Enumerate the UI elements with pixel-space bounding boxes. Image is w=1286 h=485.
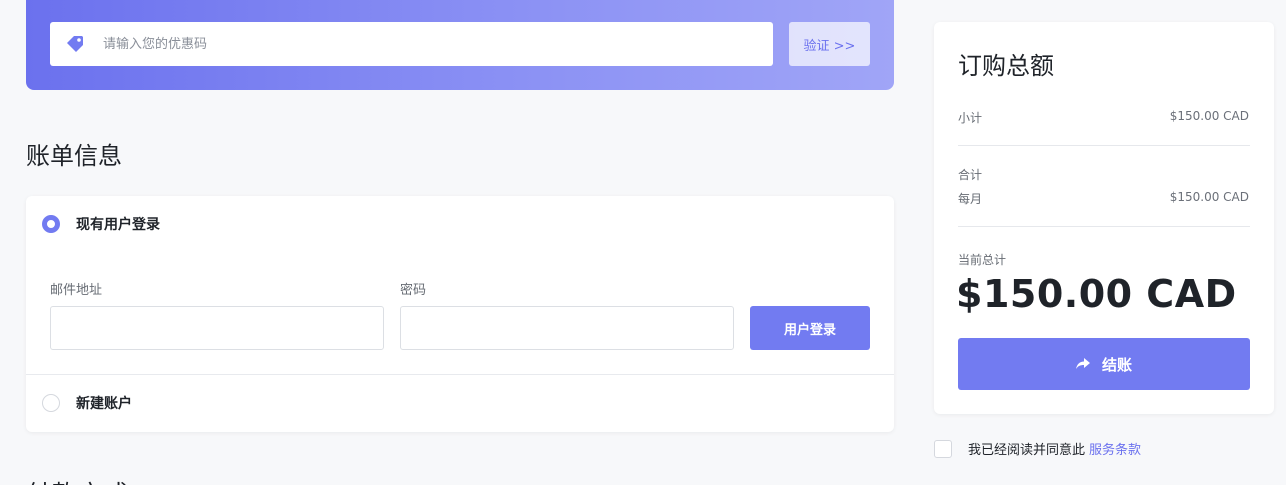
monthly-value: $150.00 CAD [1169,190,1249,204]
verify-button[interactable]: 验证 >> [789,22,870,66]
new-account-radio[interactable] [42,394,60,412]
checkout-label: 结账 [1101,355,1132,374]
summary-title: 订购总额 [958,52,1054,80]
share-arrow-icon [1075,358,1090,370]
promo-code-input[interactable] [101,35,705,53]
checkout-button[interactable]: 结账 [958,338,1250,390]
existing-user-label: 现有用户登录 [76,217,160,233]
summary-divider [958,226,1250,227]
promo-input-wrapper[interactable] [50,22,773,66]
next-section-title: 付款方式 [26,474,130,485]
password-field[interactable] [400,306,734,350]
current-total-amount: $150.00 CAD [956,272,1237,316]
account-card: 现有用户登录 邮件地址 密码 用户登录 新建账户 [26,196,894,432]
login-button[interactable]: 用户登录 [750,306,870,350]
email-label: 邮件地址 [50,283,103,298]
tag-icon [65,34,85,54]
monthly-row: 每月 $150.00 CAD [958,190,1249,207]
new-account-option[interactable]: 新建账户 [42,393,132,413]
terms-link[interactable]: 服务条款 [1089,439,1141,458]
email-field[interactable] [50,306,384,350]
summary-divider [958,145,1250,146]
existing-user-radio[interactable] [42,215,60,233]
existing-user-option[interactable]: 现有用户登录 [42,214,160,234]
new-account-label: 新建账户 [76,396,132,412]
current-total-label: 当前总计 [958,253,1007,267]
terms-agreement: 我已经阅读并同意此 服务条款 [934,439,1141,458]
monthly-label: 每月 [958,192,983,206]
subtotal-value: $150.00 CAD [1169,109,1249,123]
order-summary: 订购总额 小计 $150.00 CAD 合计 每月 $150.00 CAD 当前… [934,22,1274,414]
total-label: 合计 [958,168,983,182]
checkout-page: 验证 >> 账单信息 现有用户登录 邮件地址 密码 用户登录 新建账户 付款方式… [0,0,1286,485]
subtotal-row: 小计 $150.00 CAD [958,109,1249,126]
billing-title: 账单信息 [26,142,122,170]
total-row: 合计 [958,166,1249,183]
terms-checkbox[interactable] [934,439,952,458]
card-divider [26,374,894,375]
password-label: 密码 [400,283,427,298]
terms-text: 我已经阅读并同意此 [968,443,1086,458]
subtotal-label: 小计 [958,111,983,125]
promo-banner: 验证 >> [26,0,894,90]
